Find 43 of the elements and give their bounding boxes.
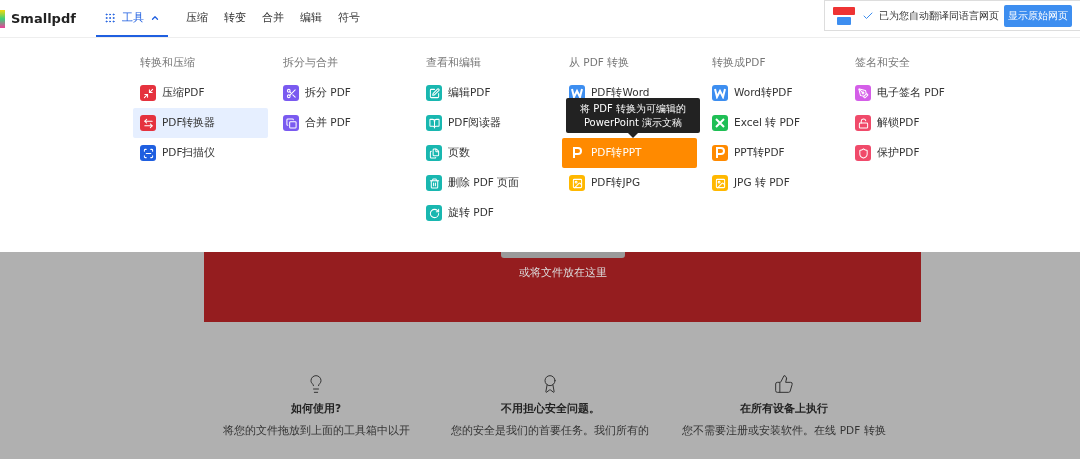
- tooltip: 将 PDF 转换为可编辑的 PowerPoint 演示文稿: [566, 98, 700, 133]
- nav-link[interactable]: 转变: [215, 0, 254, 37]
- nav-link[interactable]: 合并: [253, 0, 292, 37]
- nav-link[interactable]: 编辑: [291, 0, 330, 37]
- menu-item[interactable]: 电子签名 PDF: [848, 78, 983, 108]
- feature-title: 不用担心安全问题。: [500, 402, 600, 416]
- menu-item[interactable]: 删除 PDF 页面: [419, 168, 554, 198]
- logo-text: Smallpdf: [11, 11, 76, 26]
- column-title: 查看和编辑: [425, 56, 482, 70]
- column-title: 转换和压缩: [139, 56, 196, 70]
- column-title: 从 PDF 转换: [568, 56, 631, 70]
- menu-item[interactable]: Excel 转 PDF: [705, 108, 840, 138]
- menu-item[interactable]: 页数: [419, 138, 554, 168]
- menu-item[interactable]: 解锁PDF: [848, 108, 983, 138]
- menu-item[interactable]: 保护PDF: [848, 138, 983, 168]
- menu-item[interactable]: Word转PDF: [705, 78, 840, 108]
- feature-title: 如何使用?: [290, 402, 342, 416]
- feature-text: 您不需要注册或安装软件。在线 PDF 转换: [682, 424, 886, 438]
- logo-mark: [0, 9, 5, 28]
- translator-logo-icon: [831, 5, 857, 26]
- menu-item[interactable]: JPG 转 PDF: [705, 168, 840, 198]
- menu-item[interactable]: 拆分 PDF: [276, 78, 411, 108]
- menu-item[interactable]: 旋转 PDF: [419, 198, 554, 228]
- menu-item[interactable]: PDF扫描仪: [133, 138, 268, 168]
- translation-message: 已为您自动翻译同语言网页: [879, 8, 999, 23]
- column-title: 签名和安全: [854, 56, 911, 70]
- menu-item[interactable]: PPT转PDF: [705, 138, 840, 168]
- grid-icon: [103, 11, 116, 24]
- menu-item[interactable]: PDF转JPG: [562, 168, 697, 198]
- feature-title: 在所有设备上执行: [740, 402, 828, 416]
- menu-item[interactable]: 压缩PDF: [133, 78, 268, 108]
- feature-text: 将您的文件拖放到上面的工具箱中以开: [222, 424, 410, 438]
- column-title: 转换成PDF: [711, 56, 767, 70]
- menu-item[interactable]: PDF阅读器: [419, 108, 554, 138]
- menu-item[interactable]: 编辑PDF: [419, 78, 554, 108]
- nav-link[interactable]: 符号: [329, 0, 368, 37]
- drop-hint: 或将文件放在这里: [518, 266, 607, 280]
- menu-item[interactable]: PDF转换器: [133, 108, 268, 138]
- thumbs-up-icon: [774, 374, 794, 394]
- menu-item[interactable]: 合并 PDF: [276, 108, 411, 138]
- nav-link[interactable]: 压缩: [177, 0, 216, 37]
- feature-text: 您的安全是我们的首要任务。我们所有的: [451, 424, 649, 438]
- column-title: 拆分与合并: [282, 56, 339, 70]
